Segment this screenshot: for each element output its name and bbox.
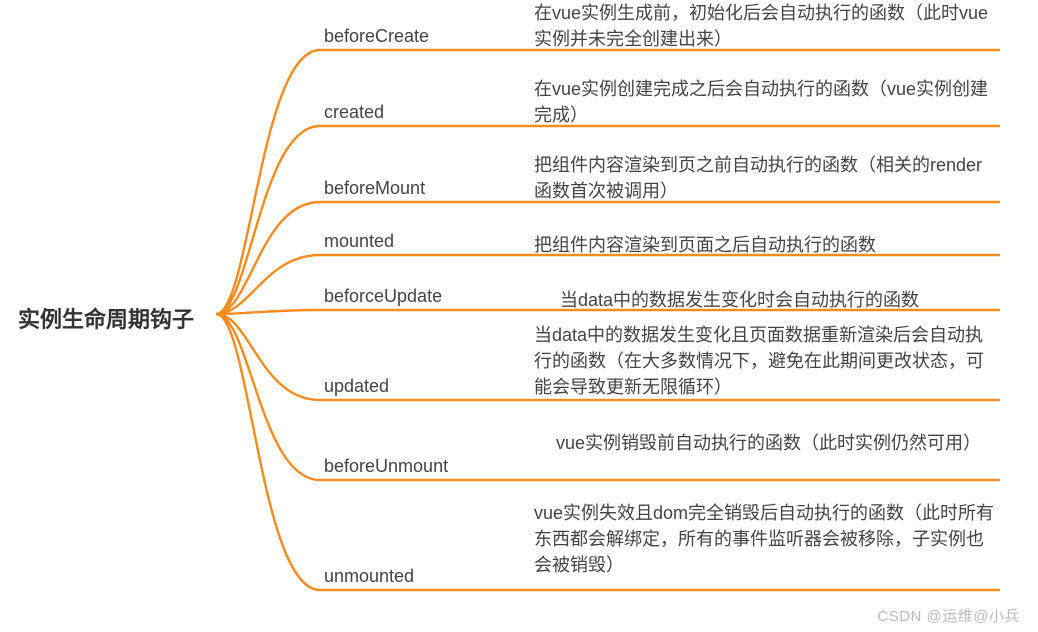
desc-created: 在vue实例创建完成之后会自动执行的函数（vue实例创建完成） xyxy=(530,74,1000,130)
hook-created: created xyxy=(324,102,384,123)
hook-beforecreate: beforeCreate xyxy=(324,26,429,47)
desc-unmounted: vue实例失效且dom完全销毁后自动执行的函数（此时所有东西都会解绑定，所有的事… xyxy=(530,498,1000,580)
hook-mounted: mounted xyxy=(324,231,394,252)
desc-beforceupdate: 当data中的数据发生变化时会自动执行的函数 xyxy=(556,285,1000,315)
hook-beforeunmount: beforeUnmount xyxy=(324,456,448,477)
hook-beforceupdate: beforceUpdate xyxy=(324,286,442,307)
desc-updated: 当data中的数据发生变化且页面数据重新渲染后会自动执行的函数（在大多数情况下，… xyxy=(530,320,1000,402)
desc-beforeunmount: vue实例销毁前自动执行的函数（此时实例仍然可用） xyxy=(552,428,1000,458)
root-title: 实例生命周期钩子 xyxy=(18,302,194,334)
hook-updated: updated xyxy=(324,376,389,397)
desc-mounted: 把组件内容渲染到页面之后自动执行的函数 xyxy=(530,230,1000,260)
hook-unmounted: unmounted xyxy=(324,566,414,587)
watermark: CSDN @运维@小兵 xyxy=(877,605,1020,626)
hook-beforemount: beforeMount xyxy=(324,178,425,199)
desc-beforecreate: 在vue实例生成前，初始化后会自动执行的函数（此时vue实例并未完全创建出来） xyxy=(530,0,1000,54)
desc-beforemount: 把组件内容渲染到页之前自动执行的函数（相关的render函数首次被调用） xyxy=(530,150,1000,206)
